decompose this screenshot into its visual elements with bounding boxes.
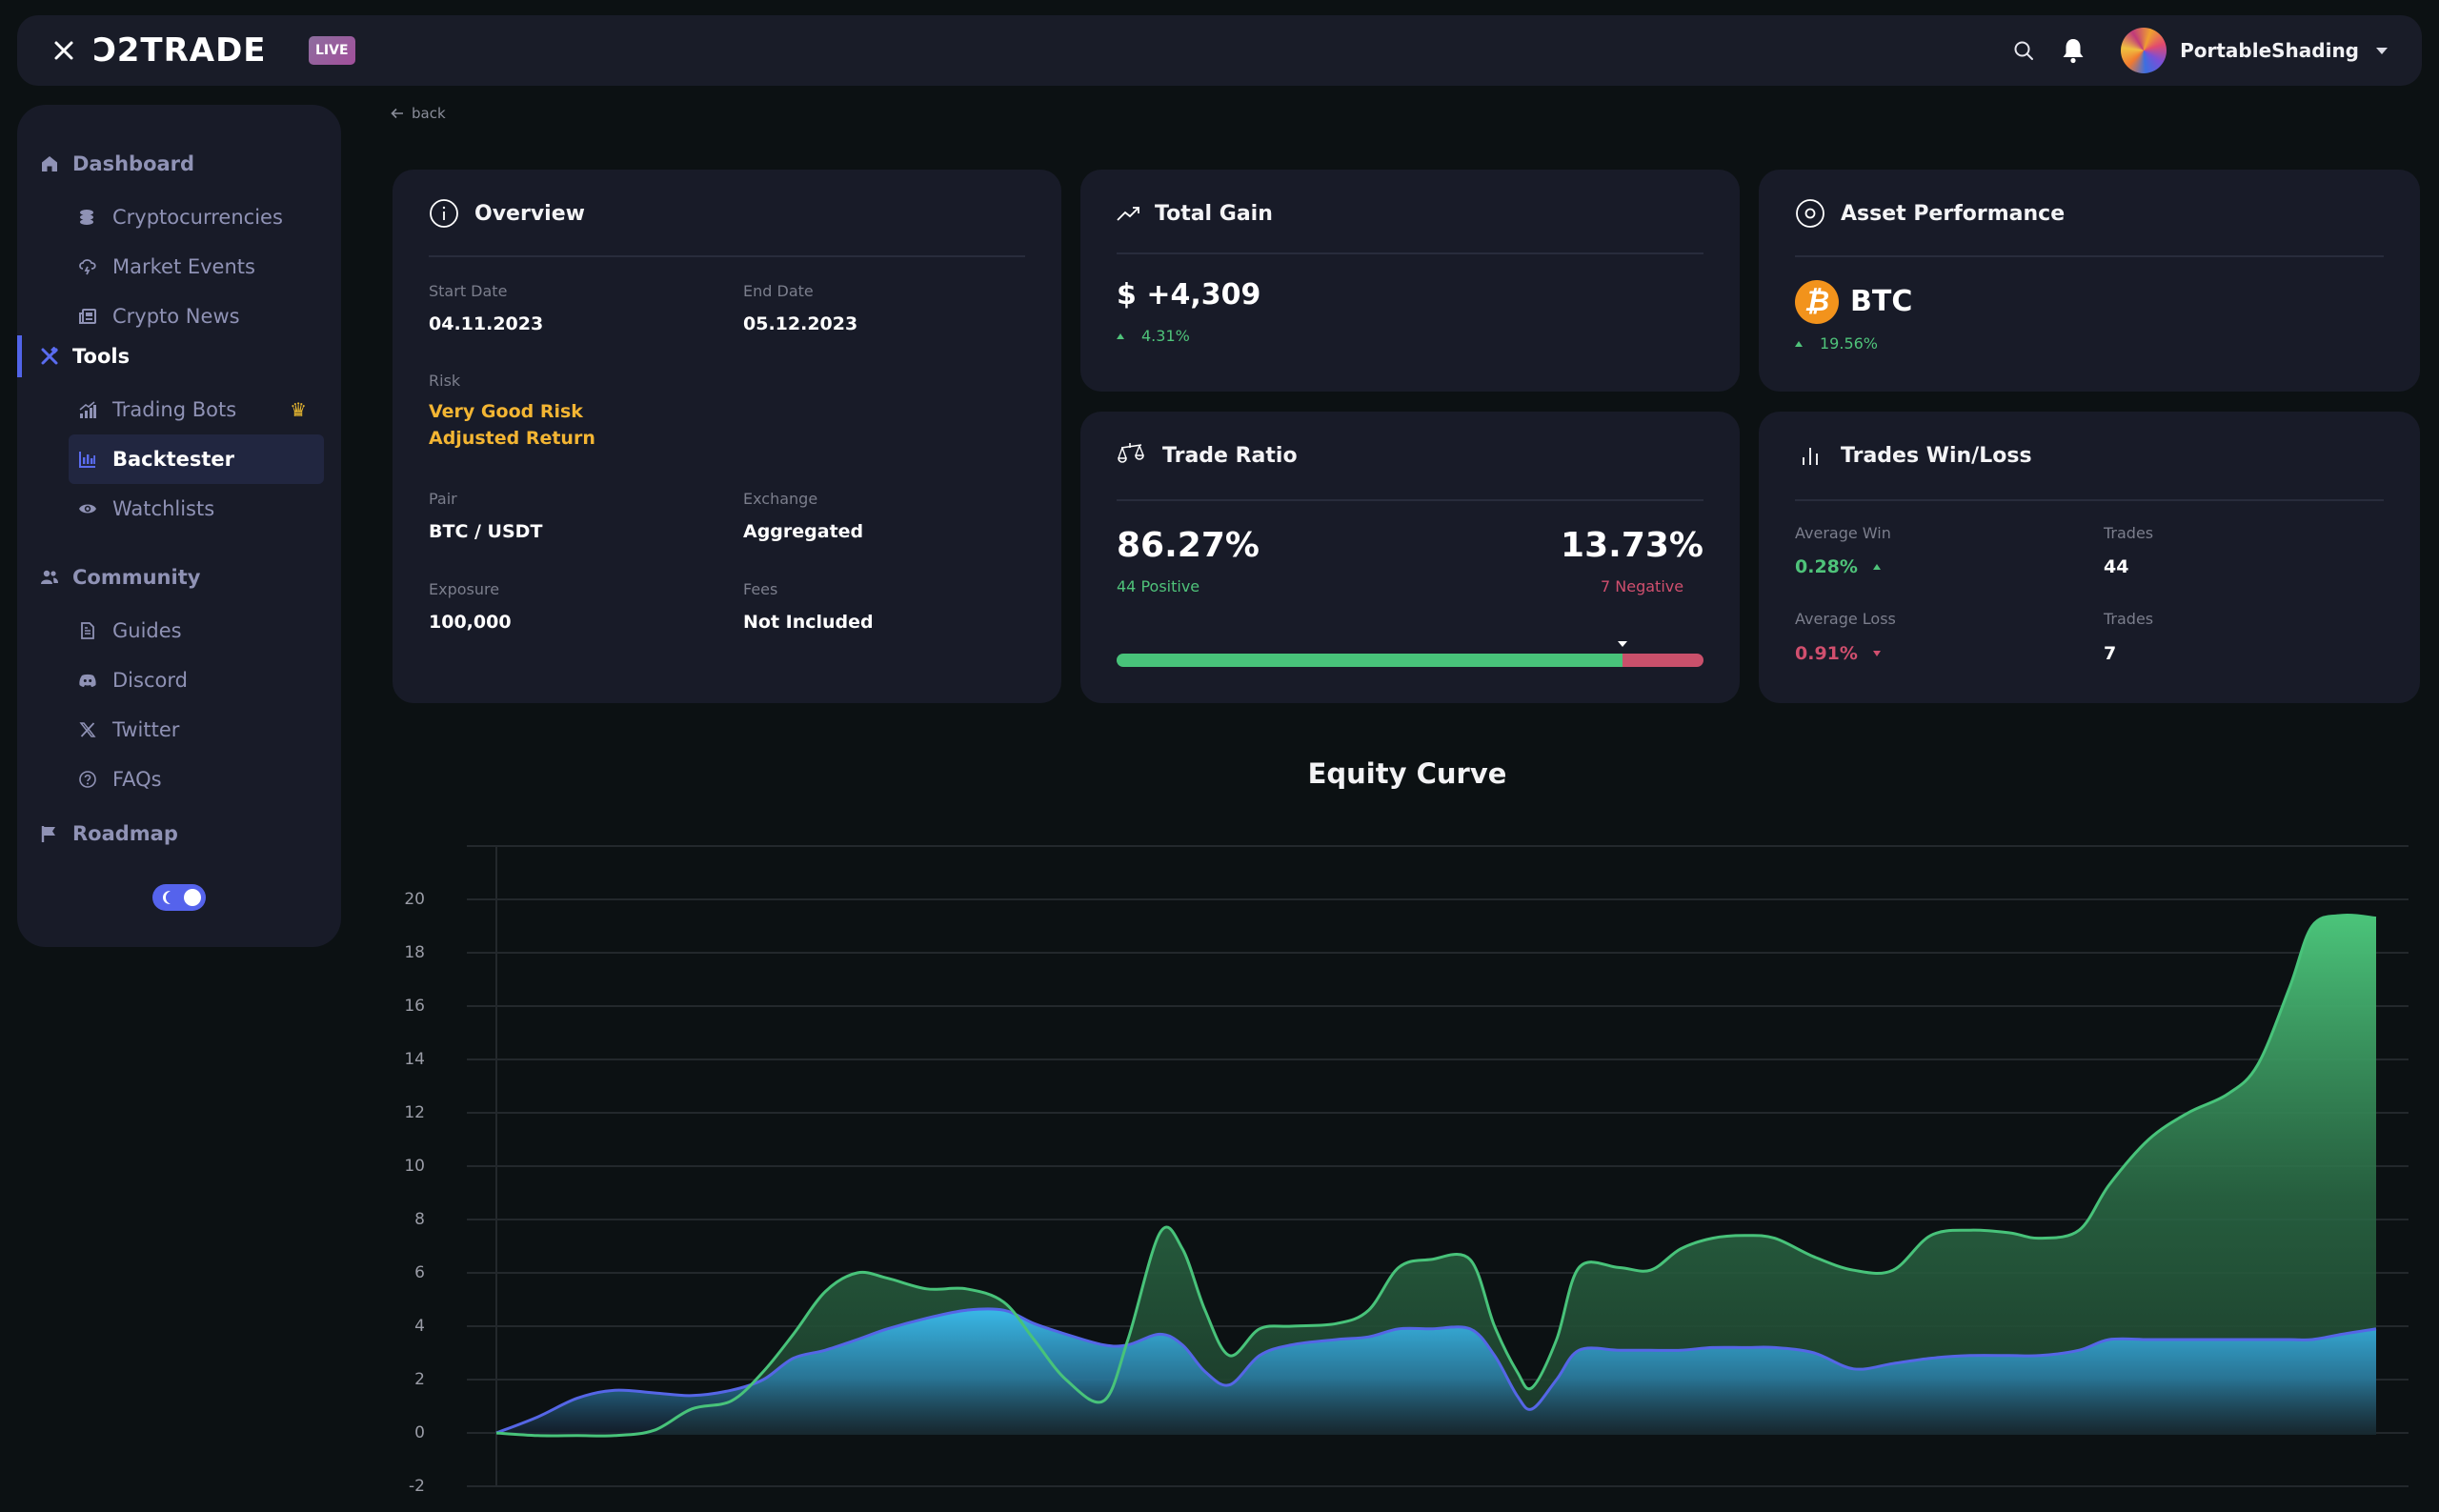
y-tick-label: 8: [414, 1210, 425, 1229]
y-tick-label: 20: [404, 890, 425, 909]
y-tick-label: 18: [404, 943, 425, 962]
y-tick-label: 6: [414, 1263, 425, 1282]
y-tick-label: -2: [409, 1477, 425, 1496]
y-tick-label: 12: [404, 1103, 425, 1122]
y-tick-label: 0: [414, 1423, 425, 1442]
y-tick-label: 10: [404, 1157, 425, 1176]
y-tick-label: 16: [404, 997, 425, 1016]
y-tick-label: 14: [404, 1050, 425, 1069]
y-tick-label: 2: [414, 1370, 425, 1389]
y-tick-label: 4: [414, 1317, 425, 1336]
equity-curve-chart: 20181614121086420-2: [404, 845, 2409, 1496]
